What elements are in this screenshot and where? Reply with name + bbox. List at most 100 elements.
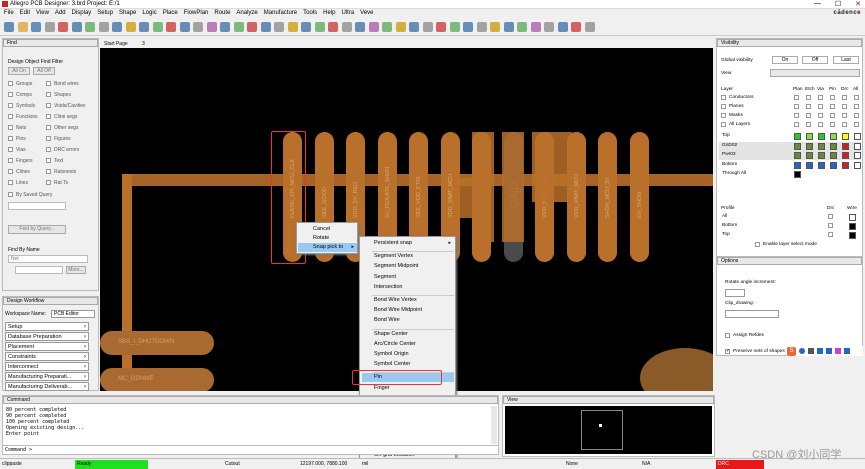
layer-col-checkbox[interactable] [818,104,823,109]
toolbar-tool-icon-36[interactable] [476,22,487,32]
toolbar-tool-icon-17[interactable] [220,22,230,32]
toolbar-tool-icon-31[interactable] [409,22,419,32]
menu-edit[interactable]: Edit [20,10,30,16]
toolbar-tool-icon-15[interactable] [193,22,203,32]
toolbar-tool-icon-29[interactable] [382,22,392,32]
find-other-segs-checkbox[interactable] [46,125,51,130]
smd-pad[interactable] [460,178,490,218]
toolbar-tool-icon-27[interactable] [355,22,365,32]
menu-view[interactable]: View [36,10,49,16]
all-off-button[interactable]: All Off [33,67,55,75]
layer-col-checkbox[interactable] [854,104,859,109]
snap-option-intersection[interactable]: Intersection [374,284,402,290]
menu-logic[interactable]: Logic [142,10,156,16]
menu-shape[interactable]: Shape [119,10,136,16]
toolbar-tool-icon-14[interactable] [179,22,190,32]
menu-cancel[interactable]: Cancel [313,226,330,232]
ime-keyboard-icon[interactable] [826,348,832,354]
toolbar-tool-icon-42[interactable] [557,22,568,32]
snap-option-persistent-snap[interactable]: Persistent snap [374,240,412,246]
layer-color-swatch[interactable] [794,142,801,150]
menu-flowplan[interactable]: FlowPlan [184,10,209,16]
menu-snap-pick-to[interactable]: Snap pick to ▸ [298,243,357,252]
toolbar-tool-icon-13[interactable] [166,22,176,32]
layer-col-checkbox[interactable] [854,113,859,118]
toolbar-tool-icon-43[interactable] [571,22,581,32]
menu-analyze[interactable]: Analyze [236,10,257,16]
toolbar-tool-icon-4[interactable] [44,22,55,32]
saved-query-select[interactable] [8,202,66,210]
toolbar-tool-icon-26[interactable] [341,22,352,32]
smd-pad[interactable] [532,132,572,202]
workflow-item[interactable]: Manufacturing Deliverab... › [5,382,89,391]
layer-col-checkbox[interactable] [818,113,823,118]
toolbar-tool-icon-41[interactable] [544,22,554,32]
profile-wire-swatch[interactable] [849,232,856,239]
layer-color-swatch[interactable] [818,142,825,150]
layer-color-swatch[interactable] [854,152,861,159]
menu-veve[interactable]: Veve [360,10,373,16]
layer-col-checkbox[interactable] [854,95,859,100]
layer-col-checkbox[interactable] [842,104,847,109]
layer-color-swatch[interactable] [854,161,861,169]
snap-option-symbol-center[interactable]: Symbol Center [374,361,410,367]
enable-layer-checkbox[interactable] [755,242,760,247]
preserve-nets-checkbox[interactable]: ✓ [725,348,730,354]
snap-option-finger[interactable]: Finger [374,385,390,391]
visibility-on-button[interactable]: On [772,56,798,64]
menu-route[interactable]: Route [214,10,230,16]
menu-add[interactable]: Add [55,10,66,16]
workflow-item[interactable]: Database Preparation › [5,332,89,341]
snap-option-symbol-origin[interactable]: Symbol Origin [374,351,409,357]
find-groups-checkbox[interactable] [8,81,13,86]
clip-drawing-input[interactable] [725,310,779,318]
layer-color-swatch[interactable] [854,133,861,140]
find-functions-checkbox[interactable] [8,114,13,119]
snap-option-bond-wire[interactable]: Bond Wire [374,317,400,323]
menu-tools[interactable]: Tools [303,10,317,16]
find-voids-cavities-checkbox[interactable] [46,103,51,108]
close-button[interactable]: ✕ [855,0,861,8]
toolbar-tool-icon-30[interactable] [395,22,406,32]
find-rat-ts-checkbox[interactable] [46,180,51,185]
layer-group-checkbox[interactable] [721,113,726,118]
layer-col-checkbox[interactable] [842,95,847,100]
toolbar-tool-icon-21[interactable] [274,22,284,32]
toolbar-tool-icon-8[interactable] [98,22,109,32]
layer-color-swatch[interactable] [818,161,825,169]
layer-col-checkbox[interactable] [842,113,847,118]
layer-col-checkbox[interactable] [794,122,799,127]
snap-option-segment-vertex[interactable]: Segment Vertex [374,253,413,259]
layer-color-swatch[interactable] [794,171,801,178]
profile-wire-swatch[interactable] [849,223,856,230]
toolbar-tool-icon-44[interactable] [584,22,595,32]
layer-color-swatch[interactable] [818,133,825,140]
smd-pad[interactable] [502,132,524,242]
layer-col-checkbox[interactable] [806,104,811,109]
profile-drc-checkbox[interactable] [828,232,833,237]
find-fingers-checkbox[interactable] [8,158,13,163]
find-figures-checkbox[interactable] [46,136,51,141]
toolbar-tool-icon-20[interactable] [260,22,271,32]
ime-lang-icon[interactable] [799,348,805,354]
snap-option-segment-midpoint[interactable]: Segment Midpoint [374,263,418,269]
find-symbols-checkbox[interactable] [8,103,13,108]
toolbar-tool-icon-38[interactable] [503,22,514,32]
layer-col-checkbox[interactable] [794,104,799,109]
all-on-button[interactable]: All On [8,67,30,75]
toolbar-tool-icon-6[interactable] [71,22,82,32]
toolbar-tool-icon-9[interactable] [112,22,122,32]
toolbar-tool-icon-12[interactable] [152,22,163,32]
layer-group-checkbox[interactable] [721,95,726,100]
find-name-field[interactable]: Net [8,255,88,263]
layer-group-checkbox[interactable] [721,122,726,127]
profile-drc-checkbox[interactable] [828,223,833,228]
layer-color-swatch[interactable] [806,152,813,159]
menu-rotate[interactable]: Rotate [313,235,329,241]
layer-color-swatch[interactable] [830,142,837,150]
snap-option-bond-wire-vertex[interactable]: Bond Wire Vertex [374,297,417,303]
layer-col-checkbox[interactable] [830,95,835,100]
snap-option-segment[interactable]: Segment [374,274,396,280]
layer-color-swatch[interactable] [794,152,801,159]
menu-help[interactable]: Help [323,10,335,16]
